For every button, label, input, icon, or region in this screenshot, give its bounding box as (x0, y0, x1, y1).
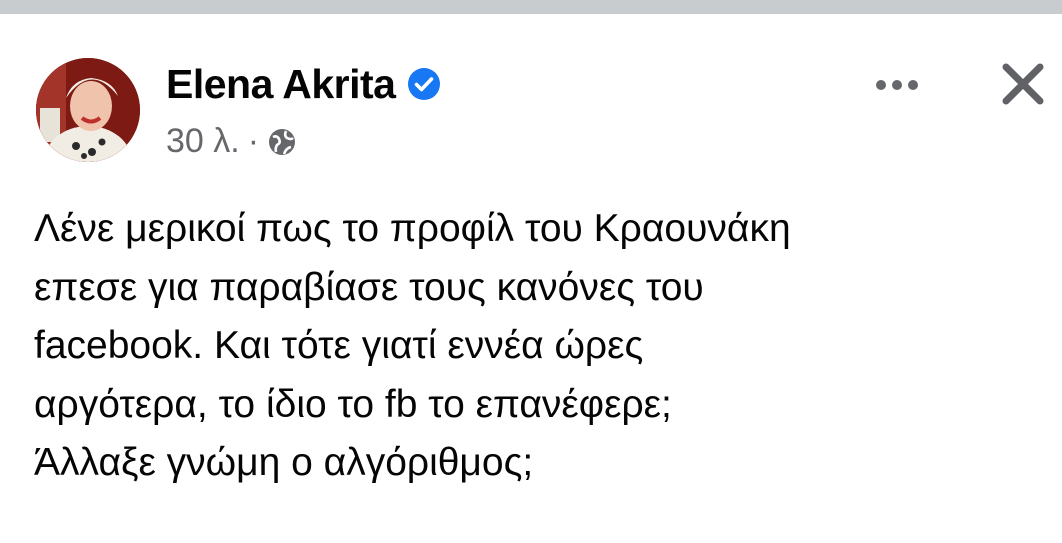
more-options-button[interactable] (862, 62, 932, 108)
author-row: Elena Akrita (166, 58, 441, 110)
author-name[interactable]: Elena Akrita (166, 61, 396, 108)
top-bar (0, 0, 1062, 14)
post-text-line: facebook. Και τότε γιατί εννέα ώρες (34, 324, 644, 367)
post-body: Λένε μερικοί πως το προφίλ του Κραουνάκη… (34, 200, 1044, 493)
post-meta: 30 λ. · (166, 122, 297, 161)
close-icon (1002, 63, 1044, 105)
avatar[interactable] (36, 58, 140, 162)
post-text-line: επεσε για παραβίασε τους κανόνες του (34, 265, 704, 309)
verified-badge-icon (407, 67, 441, 101)
meta-separator: · (247, 122, 260, 160)
post-text-line: αργότερα, το ίδιο το fb το επανέφερε; (34, 382, 672, 426)
close-button[interactable] (990, 54, 1056, 114)
post-text-line: Λένε μερικοί πως το προφίλ του Κραουνάκη (34, 207, 791, 250)
avatar-photo (36, 58, 140, 162)
globe-icon[interactable] (267, 127, 297, 157)
post-text-line: Άλλαξε γνώμη ο αλγόριθμος; (34, 441, 534, 484)
more-horizontal-icon (876, 80, 918, 90)
post-timestamp[interactable]: 30 λ. (166, 122, 240, 161)
post-header: Elena Akrita 30 λ. · (0, 14, 1062, 174)
